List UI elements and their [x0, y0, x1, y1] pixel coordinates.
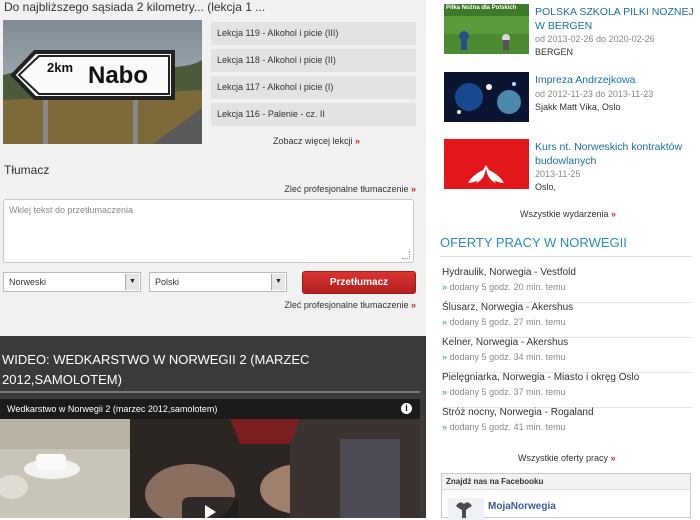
target-language-select[interactable]: Polski ▼: [149, 272, 287, 292]
lesson-item[interactable]: Lekcja 118 - Alkohol i picie (II): [211, 49, 416, 72]
arrow-icon: »: [611, 209, 617, 219]
arrow-icon: »: [410, 184, 416, 194]
football-photo: [444, 4, 529, 54]
facebook-page-logo[interactable]: [448, 498, 484, 520]
more-lessons-link[interactable]: Zobacz więcej lekcji »: [273, 136, 360, 146]
target-language-value: Polski: [155, 277, 180, 287]
jobs-heading: OFERTY PRACY W NORWEGII: [440, 235, 627, 250]
job-title[interactable]: Kelner, Norwegia - Akershus: [442, 337, 568, 348]
event-image[interactable]: Piłka Nożna dla Polskich: [444, 4, 529, 54]
sign-distance: 2km: [47, 60, 74, 75]
video-player[interactable]: Wedkarstwo w Norwegii 2 (marzec 2012,sam…: [0, 399, 420, 518]
info-icon[interactable]: i: [401, 403, 412, 414]
job-added: » dodany 5 godz. 20 min. temu: [442, 282, 566, 292]
event-image-caption: Piłka Nożna dla Polskich: [446, 5, 517, 11]
event-date: od 2013-02-26 do 2020-02-26: [535, 34, 655, 44]
arrow-icon: »: [442, 317, 448, 327]
arrow-icon: »: [442, 387, 448, 397]
job-added-text: dodany 5 godz. 27 min. temu: [449, 317, 566, 327]
job-added-text: dodany 5 godz. 34 min. temu: [449, 352, 566, 362]
job-item[interactable]: Pielęgniarka, Norwegia - Miasto i okręg …: [442, 369, 692, 408]
event-date: od 2012-11-23 do 2013-11-23: [535, 89, 654, 99]
event-meta: od 2012-11-23 do 2013-11-23 Sjakk Matt V…: [535, 88, 653, 114]
pro-translation-link[interactable]: Zleć profesjonalne tłumaczenie »: [284, 300, 416, 310]
pro-translation-label: Zleć profesjonalne tłumaczenie: [284, 184, 409, 194]
arrow-icon: »: [610, 453, 616, 463]
chevron-down-icon[interactable]: ▼: [271, 274, 285, 290]
event-item[interactable]: Impreza Andrzejkowa od 2012-11-23 do 201…: [444, 72, 700, 127]
all-jobs-link[interactable]: Wszystkie oferty pracy »: [518, 453, 616, 463]
job-title[interactable]: Stróż nocny, Norwegia - Rogaland: [442, 407, 594, 418]
party-photo: [444, 72, 529, 122]
event-meta: od 2013-02-26 do 2020-02-26 BERGEN: [535, 33, 655, 59]
source-language-value: Norweski: [9, 277, 47, 287]
sign-name: Nabo: [88, 62, 148, 89]
job-added-text: dodany 5 godz. 37 min. temu: [449, 387, 566, 397]
lesson-item[interactable]: Lekcja 116 - Palenie - cz. II: [211, 103, 416, 126]
job-item[interactable]: Stróż nocny, Norwegia - Rogaland » dodan…: [442, 404, 692, 442]
main-column: Do najbliższego sąsiada 2 kilometry... (…: [0, 0, 426, 518]
facebook-page-name[interactable]: MojaNorwegia: [488, 501, 556, 512]
translate-button[interactable]: Przetłumacz: [302, 271, 416, 294]
job-added: » dodany 5 godz. 34 min. temu: [442, 352, 566, 362]
chevron-down-icon[interactable]: ▼: [125, 274, 139, 290]
event-item[interactable]: Piłka Nożna dla Polskich POLSKA SZKOLA P…: [444, 4, 700, 59]
event-place: BERGEN: [535, 47, 574, 57]
event-title[interactable]: Impreza Andrzejkowa: [535, 73, 700, 87]
facebook-box: Znajdź nas na Facebooku MojaNorwegia: [441, 473, 691, 520]
resize-grip-icon[interactable]: [402, 251, 410, 259]
job-title[interactable]: Ślusarz, Norwegia - Akershus: [442, 302, 573, 313]
translator-heading: Tłumacz: [4, 163, 50, 177]
event-title[interactable]: Kurs nt. Norweskich kontraktów budowlany…: [535, 140, 700, 168]
translate-textarea[interactable]: Wklej tekst do przetłumaczenia: [3, 199, 414, 263]
arrow-icon: »: [442, 282, 448, 292]
arrow-icon: »: [355, 136, 361, 146]
job-added-text: dodany 5 godz. 41 min. temu: [449, 422, 566, 432]
job-added-text: dodany 5 godz. 20 min. temu: [449, 282, 566, 292]
event-date: 2013-11-25: [535, 169, 581, 179]
play-button[interactable]: [182, 497, 238, 518]
all-events-link[interactable]: Wszystkie wydarzenia »: [520, 209, 616, 219]
lesson-list: Lekcja 119 - Alkohol i picie (III) Lekcj…: [211, 22, 416, 130]
all-events-label: Wszystkie wydarzenia: [520, 209, 609, 219]
source-language-select[interactable]: Norweski ▼: [3, 272, 141, 292]
lesson-image[interactable]: 2km Nabo: [3, 20, 202, 144]
moose-logo-icon: [448, 498, 484, 520]
video-section: WIDEO: WEDKARSTWO W NORWEGII 2 (MARZEC 2…: [0, 336, 426, 518]
event-title[interactable]: POLSKA SZKOLA PILKI NOZNEJ W BERGEN: [535, 5, 700, 33]
lotus-logo-image: [444, 139, 529, 189]
divider: [440, 256, 692, 257]
job-item[interactable]: Ślusarz, Norwegia - Akershus » dodany 5 …: [442, 299, 692, 338]
event-meta: 2013-11-25 Oslo,: [535, 168, 580, 194]
event-item[interactable]: Kurs nt. Norweskich kontraktów budowlany…: [444, 139, 700, 194]
pro-translation-label: Zleć profesjonalne tłumaczenie: [284, 300, 409, 310]
all-jobs-label: Wszystkie oferty pracy: [518, 453, 609, 463]
lesson-item[interactable]: Lekcja 119 - Alkohol i picie (III): [211, 22, 416, 45]
more-lessons-label: Zobacz więcej lekcji: [273, 136, 353, 146]
arrow-icon: »: [410, 300, 416, 310]
translate-placeholder: Wklej tekst do przetłumaczenia: [9, 205, 134, 215]
pro-translation-link[interactable]: Zleć profesjonalne tłumaczenie »: [284, 184, 416, 194]
event-image[interactable]: [444, 72, 529, 122]
job-added: » dodany 5 godz. 41 min. temu: [442, 422, 566, 432]
job-item[interactable]: Hydraulik, Norwegia - Vestfold » dodany …: [442, 264, 692, 303]
arrow-icon: »: [442, 422, 448, 432]
event-place: Oslo,: [535, 182, 557, 192]
job-title[interactable]: Hydraulik, Norwegia - Vestfold: [442, 267, 576, 278]
job-title[interactable]: Pielęgniarka, Norwegia - Miasto i okręg …: [442, 372, 639, 383]
job-item[interactable]: Kelner, Norwegia - Akershus » dodany 5 g…: [442, 334, 692, 373]
lesson-item[interactable]: Lekcja 117 - Alkohol i picie (I): [211, 76, 416, 99]
facebook-heading: Znajdź nas na Facebooku: [442, 474, 690, 490]
lesson-title[interactable]: Do najbliższego sąsiada 2 kilometry... (…: [4, 0, 265, 14]
sidebar: Piłka Nożna dla Polskich POLSKA SZKOLA P…: [434, 0, 700, 520]
video-player-title[interactable]: Wedkarstwo w Norwegii 2 (marzec 2012,sam…: [7, 404, 217, 414]
job-added: » dodany 5 godz. 37 min. temu: [442, 387, 566, 397]
divider: [0, 391, 420, 393]
event-image[interactable]: [444, 139, 529, 189]
job-added: » dodany 5 godz. 27 min. temu: [442, 317, 566, 327]
arrow-icon: »: [442, 352, 448, 362]
event-place: Sjakk Matt Vika, Oslo: [535, 102, 621, 112]
video-heading: WIDEO: WEDKARSTWO W NORWEGII 2 (MARZEC 2…: [2, 352, 310, 387]
